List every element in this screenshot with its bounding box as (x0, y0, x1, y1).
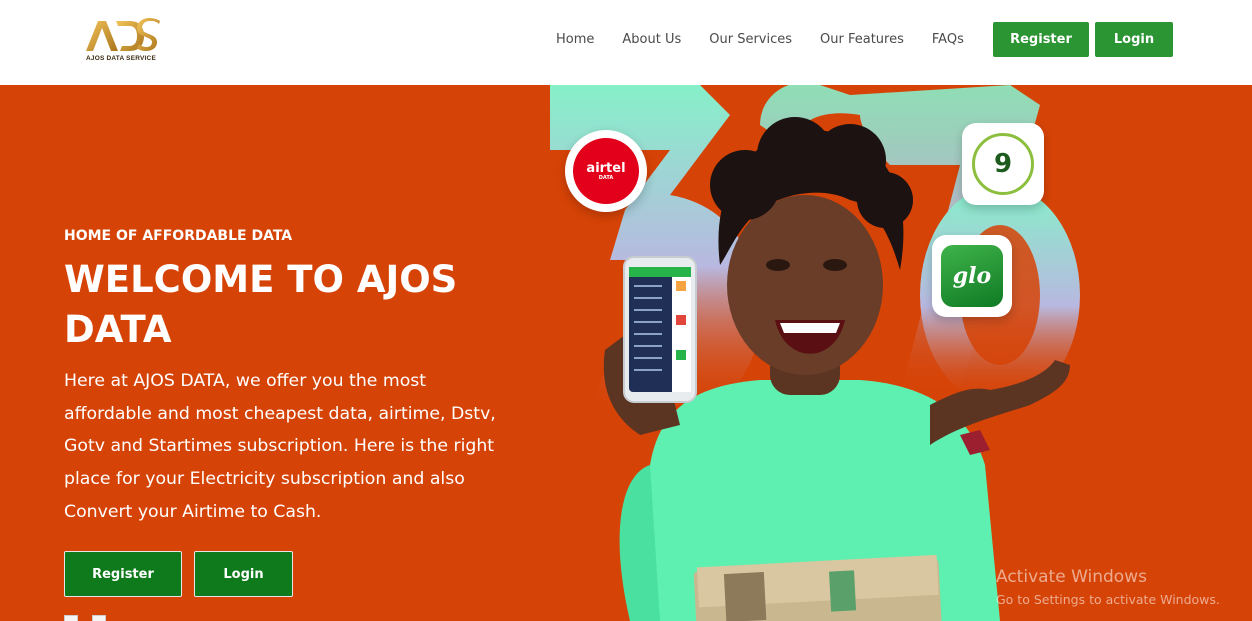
glo-badge: glo (932, 235, 1012, 317)
logo-text: AJOS DATA SERVICE (86, 55, 156, 62)
main-nav: Home About Us Our Services Our Features … (556, 30, 992, 50)
activation-watermark-title: Activate Windows (996, 567, 1147, 587)
nav-faqs[interactable]: FAQs (932, 30, 964, 50)
hero-login-button[interactable]: Login (194, 551, 293, 597)
glo-logo-icon: glo (941, 245, 1003, 307)
9mobile-badge: 9 (962, 123, 1044, 205)
hero-section: airtel DATA 9 glo HOME OF AFFORDABLE DAT… (0, 85, 1252, 621)
broken-image-icon (64, 615, 78, 621)
nav-home[interactable]: Home (556, 30, 594, 50)
nav-about-us[interactable]: About Us (622, 30, 681, 50)
9mobile-logo-icon: 9 (972, 133, 1034, 195)
top-navbar: AJOS DATA SERVICE Home About Us Our Serv… (0, 0, 1252, 85)
nav-login-button[interactable]: Login (1095, 22, 1173, 57)
nav-our-features[interactable]: Our Features (820, 30, 904, 50)
activation-watermark-subtitle: Go to Settings to activate Windows. (996, 592, 1220, 607)
hero-description: Here at AJOS DATA, we offer you the most… (64, 371, 496, 522)
brand-logo[interactable]: AJOS DATA SERVICE (82, 18, 162, 66)
hero-title: WELCOME TO AJOS DATA (64, 258, 458, 351)
airtel-logo-icon: airtel DATA (573, 138, 639, 204)
broken-image-icon (92, 615, 106, 621)
hero-register-button[interactable]: Register (64, 551, 182, 597)
logo-mark-icon (86, 18, 160, 51)
airtel-badge: airtel DATA (565, 130, 647, 212)
hero-eyebrow: HOME OF AFFORDABLE DATA (64, 228, 293, 244)
nav-our-services[interactable]: Our Services (709, 30, 792, 50)
nav-register-button[interactable]: Register (993, 22, 1089, 57)
